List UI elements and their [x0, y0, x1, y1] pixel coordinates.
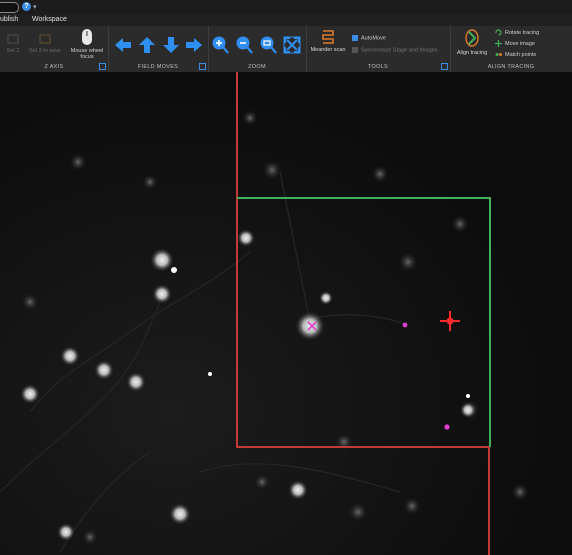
menu-item-publish[interactable]: ublish — [0, 16, 18, 23]
arrow-down-icon[interactable] — [161, 36, 181, 54]
zoom-group-label: ZOOM — [248, 64, 266, 70]
automove-label: AutoMove — [361, 35, 386, 42]
synchronize-check-icon[interactable] — [352, 47, 358, 53]
focus-label: focus — [80, 54, 94, 60]
arrow-up-icon[interactable] — [137, 36, 157, 54]
set-2-to-save-icon — [39, 34, 51, 44]
align-tracing-group: Align tracing Rotate tracing Move image … — [450, 26, 572, 72]
rotate-icon — [495, 29, 502, 36]
zoom-in-icon[interactable] — [211, 35, 229, 55]
tools-group: Meander scan AutoMove Synchronize Stage … — [306, 26, 451, 72]
menu-bar: ublish Workspace — [0, 14, 572, 26]
align-tracing-icon — [465, 29, 479, 47]
field-moves-group-label: FIELD MOVES — [137, 64, 179, 70]
move-image-button[interactable]: Move image — [495, 40, 535, 47]
zoom-out-icon[interactable] — [235, 35, 253, 55]
match-points-label: Match points — [505, 51, 537, 58]
align-tracing-label: Align tracing — [456, 50, 488, 56]
rotate-tracing-button[interactable]: Rotate tracing — [495, 29, 539, 36]
synchronize-label: Synchronize Stage and Images — [361, 47, 438, 54]
match-points-icon — [495, 53, 502, 56]
move-image-icon — [495, 40, 502, 47]
image-viewport[interactable] — [0, 72, 572, 555]
image-background — [0, 72, 572, 555]
meander-scan-button[interactable]: Meander scan — [307, 29, 349, 53]
meander-scan-label: Meander scan — [310, 47, 346, 53]
magenta-point-marker[interactable] — [402, 322, 408, 328]
rotate-tracing-label: Rotate tracing — [505, 29, 540, 36]
move-image-label: Move image — [505, 40, 535, 47]
chevron-down-icon[interactable]: ▾ — [33, 3, 37, 11]
help-icon[interactable]: ? — [22, 2, 31, 11]
set-2-icon — [7, 34, 19, 44]
set-2-button: Set 2 — [3, 32, 23, 54]
menu-item-workspace[interactable]: Workspace — [32, 16, 67, 23]
mouse-icon — [82, 29, 92, 45]
quick-access-bar: ? ▾ — [0, 0, 572, 14]
ribbon-toolbar: Set 2 Set 2 to save Mouse wheel focus Z … — [0, 26, 572, 73]
field-moves-group: FIELD MOVES — [108, 26, 209, 72]
z-axis-launcher-icon[interactable] — [99, 63, 106, 70]
arrow-right-icon[interactable] — [184, 36, 204, 54]
match-points-button[interactable]: Match points — [495, 51, 536, 58]
fullscreen-icon[interactable] — [283, 35, 301, 55]
tools-launcher-icon[interactable] — [441, 63, 448, 70]
mouse-wheel-focus-button[interactable]: Mouse wheel focus — [67, 28, 107, 60]
set-2-to-save-button: Set 2 to save — [26, 32, 64, 54]
align-tracing-button[interactable]: Align tracing — [452, 28, 492, 56]
zoom-fit-icon[interactable] — [259, 35, 277, 55]
z-axis-group: Set 2 Set 2 to save Mouse wheel focus Z … — [0, 26, 109, 72]
arrow-left-icon[interactable] — [113, 36, 133, 54]
magenta-point-marker-lower[interactable] — [444, 424, 450, 430]
set-2-label: Set 2 — [6, 48, 20, 54]
field-moves-launcher-icon[interactable] — [199, 63, 206, 70]
set-2-to-save-label: Set 2 to save — [28, 48, 62, 54]
automove-checkbox[interactable]: AutoMove — [352, 35, 386, 41]
meander-icon — [322, 30, 334, 44]
quick-access-field[interactable] — [0, 2, 19, 13]
automove-check-icon[interactable] — [352, 35, 358, 41]
zoom-group: ZOOM — [208, 26, 307, 72]
synchronize-checkbox[interactable]: Synchronize Stage and Images — [352, 47, 437, 53]
align-tracing-group-label: ALIGN TRACING — [487, 64, 535, 70]
tools-group-label: TOOLS — [367, 64, 389, 70]
z-axis-group-label: Z AXIS — [44, 64, 64, 70]
microscopy-image[interactable] — [0, 72, 572, 555]
